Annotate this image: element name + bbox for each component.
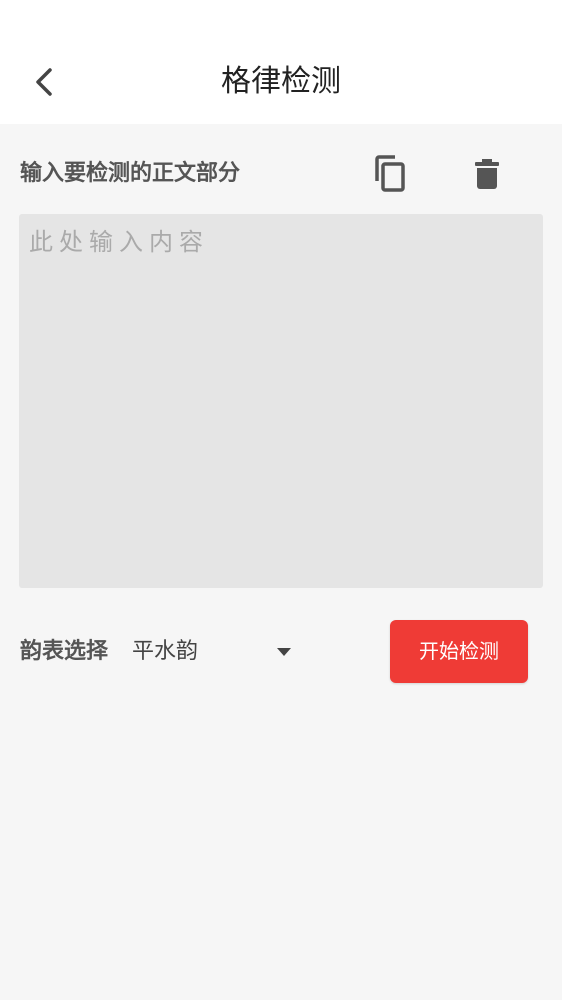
page-title: 格律检测 [221,64,341,99]
back-button[interactable] [22,60,66,104]
chevron-left-icon [36,68,52,96]
rhyme-table-label: 韵表选择 [20,639,109,664]
delete-button[interactable] [465,152,509,196]
app-header: 格律检测 [0,40,562,124]
trash-icon [475,159,499,189]
copy-button[interactable] [368,152,412,196]
rhyme-table-select[interactable]: 平水韵 [126,630,306,674]
start-check-button[interactable]: 开始检测 [390,620,528,683]
input-section-label: 输入要检测的正文部分 [20,161,241,186]
dropdown-arrow-icon [277,648,291,656]
copy-icon [375,155,405,192]
status-bar [0,0,562,40]
content-input[interactable] [19,214,543,588]
rhyme-table-selected-value: 平水韵 [132,639,199,664]
